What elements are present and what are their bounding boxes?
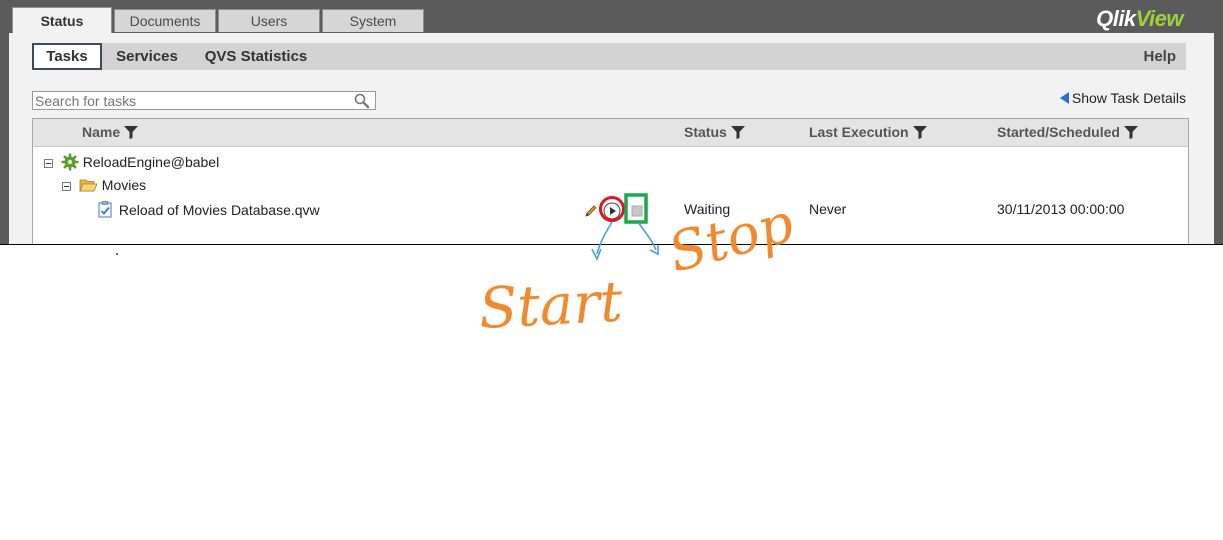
start-pointer-arrow (591, 221, 613, 261)
handwritten-annotation-layer: Start Stop (116, 191, 800, 342)
start-highlight-circle (599, 196, 625, 222)
stop-highlight-box (624, 193, 648, 224)
stray-dot (116, 253, 118, 255)
handwritten-stop-label: Stop (662, 191, 800, 284)
stop-pointer-arrow (637, 221, 659, 256)
handwritten-start-label: Start (477, 270, 624, 342)
